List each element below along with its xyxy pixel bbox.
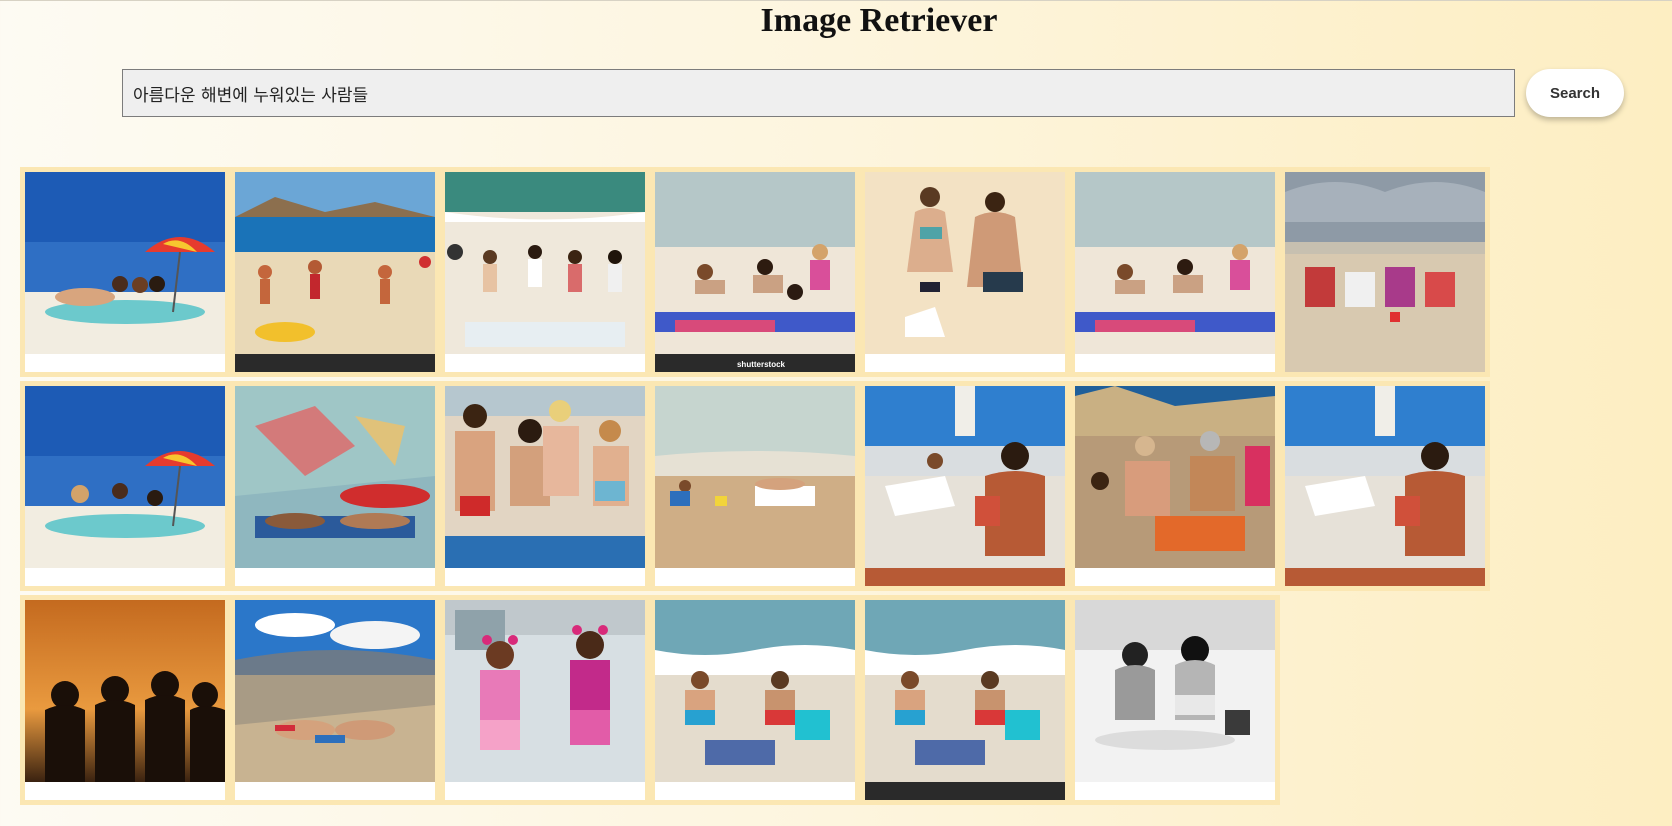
watermark-strip	[1075, 354, 1275, 372]
result-image-7[interactable]	[1285, 172, 1485, 372]
result-row-1: shutterstock	[20, 167, 1490, 377]
result-image-2[interactable]	[235, 172, 435, 372]
result-image-19[interactable]	[865, 600, 1065, 800]
watermark-strip: shutterstock	[655, 354, 855, 372]
search-button[interactable]: Search	[1526, 69, 1624, 117]
watermark-strip	[1285, 354, 1485, 372]
result-image-9[interactable]	[235, 386, 435, 586]
result-image-8[interactable]	[25, 386, 225, 586]
result-image-1[interactable]	[25, 172, 225, 372]
watermark-strip	[865, 354, 1065, 372]
watermark-strip	[865, 782, 1065, 800]
watermark-strip	[445, 354, 645, 372]
result-image-13[interactable]	[1075, 386, 1275, 586]
result-image-15[interactable]	[25, 600, 225, 800]
watermark-strip	[655, 568, 855, 586]
result-row-2	[20, 381, 1490, 591]
watermark-strip	[235, 354, 435, 372]
result-image-11[interactable]	[655, 386, 855, 586]
search-input[interactable]	[122, 69, 1515, 117]
watermark-strip	[235, 568, 435, 586]
watermark-strip	[1075, 568, 1275, 586]
result-image-3[interactable]	[445, 172, 645, 372]
watermark-strip	[865, 568, 1065, 586]
watermark-strip	[25, 568, 225, 586]
result-image-6[interactable]	[1075, 172, 1275, 372]
result-image-10[interactable]	[445, 386, 645, 586]
result-image-5[interactable]	[865, 172, 1065, 372]
result-image-16[interactable]	[235, 600, 435, 800]
result-image-20[interactable]	[1075, 600, 1275, 800]
watermark-strip	[1285, 568, 1485, 586]
result-image-17[interactable]	[445, 600, 645, 800]
result-image-12[interactable]	[865, 386, 1065, 586]
watermark-strip	[655, 782, 855, 800]
watermark-strip	[25, 354, 225, 372]
watermark-strip	[235, 782, 435, 800]
top-divider	[0, 0, 1672, 1]
watermark-strip	[445, 568, 645, 586]
watermark-strip	[445, 782, 645, 800]
result-row-3	[20, 595, 1280, 805]
result-image-18[interactable]	[655, 600, 855, 800]
result-image-14[interactable]	[1285, 386, 1485, 586]
page-title: Image Retriever	[760, 2, 998, 39]
watermark-strip	[25, 782, 225, 800]
result-image-4[interactable]: shutterstock	[655, 172, 855, 372]
watermark-strip	[1075, 782, 1275, 800]
